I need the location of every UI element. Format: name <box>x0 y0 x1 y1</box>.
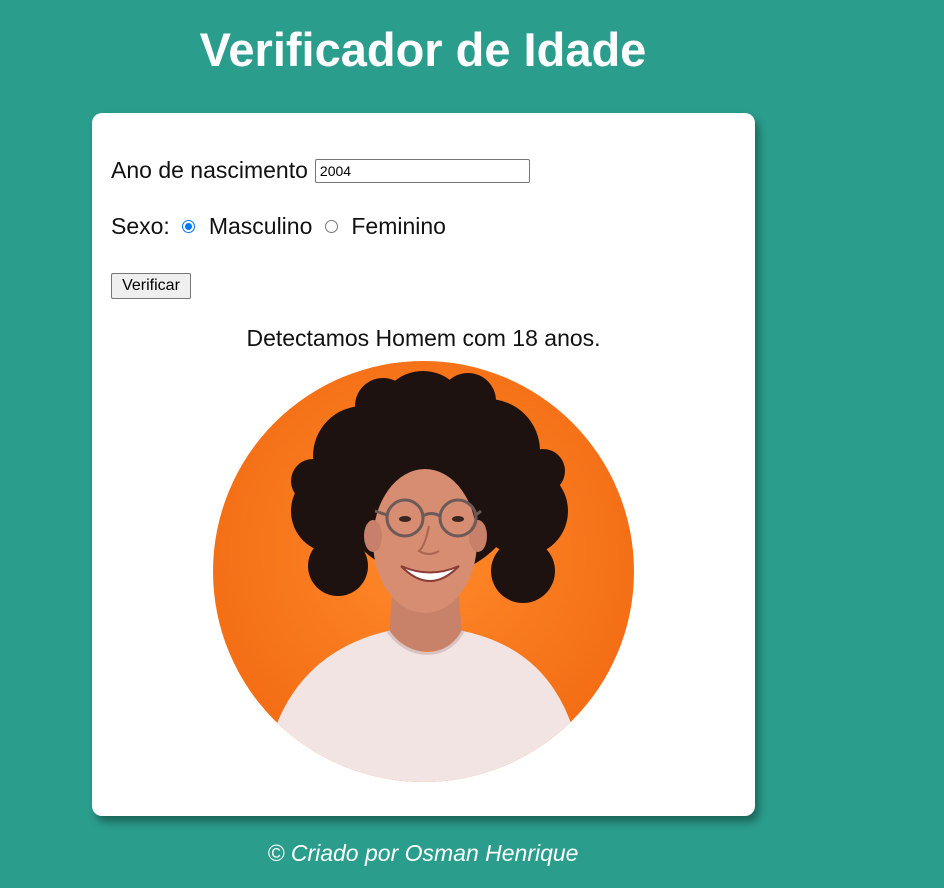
page-title: Verificador de Idade <box>199 23 647 76</box>
person-photo-icon <box>213 361 634 782</box>
page: Verificador de Idade Ano de nascimento S… <box>0 0 944 888</box>
birth-year-label: Ano de nascimento <box>111 157 308 183</box>
radio-masculino-label[interactable]: Masculino <box>209 213 313 240</box>
footer-credit: © Criado por Osman Henrique <box>267 840 579 866</box>
verify-button[interactable]: Verificar <box>111 273 191 299</box>
sex-row: Sexo: Masculino Feminino <box>111 213 446 240</box>
radio-feminino[interactable] <box>325 220 339 233</box>
radio-feminino-label[interactable]: Feminino <box>351 213 446 240</box>
result-text: Detectamos Homem com 18 anos. <box>246 325 601 351</box>
birth-year-row: Ano de nascimento <box>111 157 530 184</box>
person-photo <box>213 361 634 782</box>
birth-year-input[interactable] <box>314 158 530 183</box>
sex-label: Sexo: <box>111 213 170 239</box>
form-card: Ano de nascimento Sexo: Masculino Femini… <box>92 113 755 816</box>
radio-masculino[interactable] <box>181 220 195 233</box>
